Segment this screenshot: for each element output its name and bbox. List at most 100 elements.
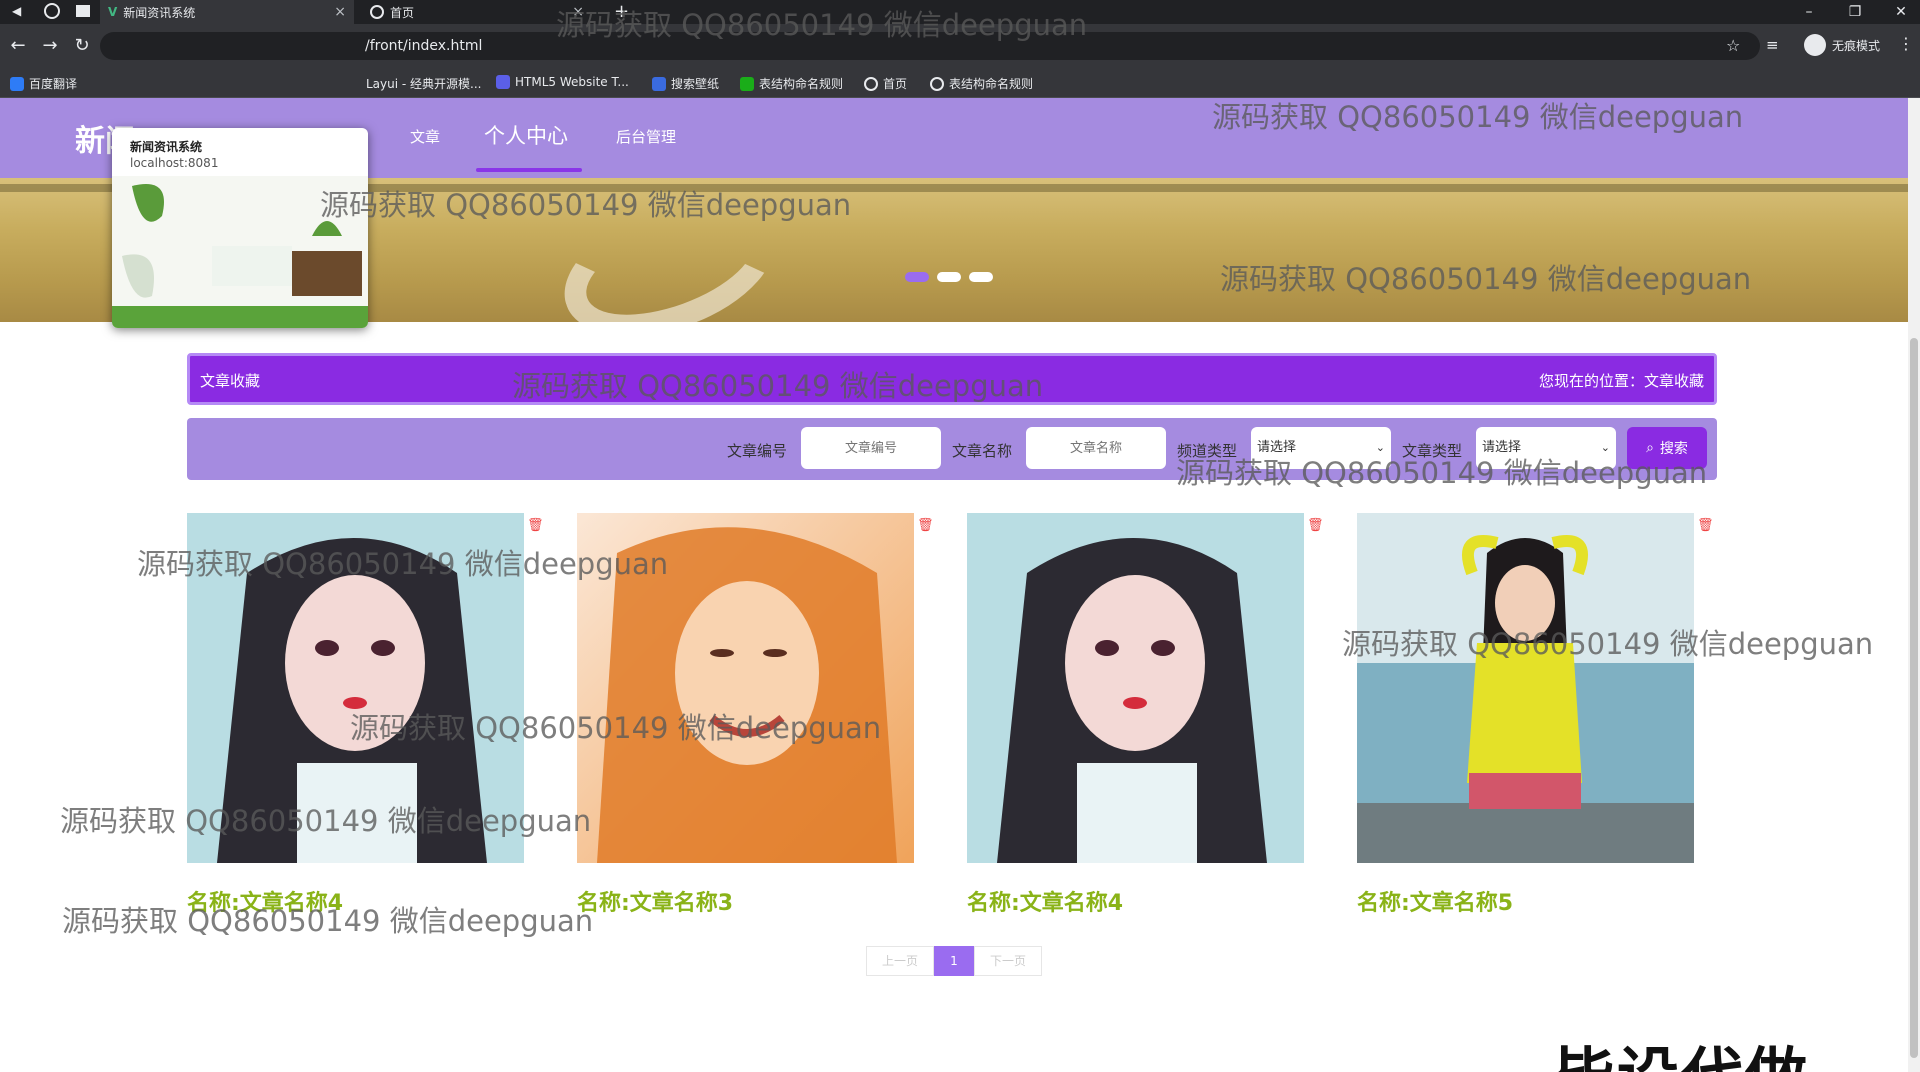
carousel-dot[interactable] xyxy=(969,272,993,282)
search-bar: 文章编号 文章名称 频道类型 请选择 ⌄ 文章类型 请选择 ⌄ ⌕ 搜索 xyxy=(187,418,1717,480)
bookmarks-bar: 百度翻译 Layui - 经典开源模... HTML5 Website T...… xyxy=(0,68,1920,98)
incognito-profile[interactable]: 无痕模式 xyxy=(1803,34,1880,56)
bookmark-label: 首页 xyxy=(883,77,908,91)
channel-type-select[interactable]: 请选择 ⌄ xyxy=(1251,427,1391,469)
bookmark-item[interactable]: 首页 xyxy=(864,75,907,92)
carousel-dot[interactable] xyxy=(937,272,961,282)
bookmark-label: 表结构命名规则 xyxy=(949,77,1034,91)
restore-icon[interactable]: ❐ xyxy=(1832,0,1878,24)
bookmark-label: Layui - 经典开源模... xyxy=(366,77,482,91)
page-scrollbar[interactable] xyxy=(1908,98,1920,1072)
profile-label: 无痕模式 xyxy=(1831,38,1880,53)
page-number-button[interactable]: 1 xyxy=(934,946,974,976)
scrollbar-thumb[interactable] xyxy=(1910,338,1918,1058)
globe-icon xyxy=(864,76,878,91)
preview-host: localhost:8081 xyxy=(130,156,219,170)
address-toolbar: ← → ↻ /front/index.html ☆ ≡ 无痕模式 ⋮ xyxy=(0,24,1920,68)
wallpaper-icon xyxy=(652,76,666,91)
article-type-select[interactable]: 请选择 ⌄ xyxy=(1476,427,1616,469)
article-name[interactable]: 名称:文章名称3 xyxy=(577,885,733,917)
article-card[interactable]: 🗑 名称:文章名称5 xyxy=(1357,513,1714,916)
tab-label: 新闻资讯系统 xyxy=(123,5,196,20)
article-name[interactable]: 名称:文章名称4 xyxy=(187,885,343,917)
overlay-text: 毕设代做 xyxy=(1553,1026,1809,1072)
tab-news-system[interactable]: V 新闻资讯系统 × xyxy=(100,0,354,24)
article-id-label: 文章编号 xyxy=(727,442,788,460)
tab-label: 首页 xyxy=(390,5,415,20)
reload-icon[interactable]: ↻ xyxy=(72,36,92,56)
chevron-down-icon: ⌄ xyxy=(1600,441,1610,454)
delete-icon[interactable]: 🗑 xyxy=(1307,518,1324,533)
article-card[interactable]: 🗑 名称:文章名称4 xyxy=(967,513,1324,916)
speaker-icon[interactable]: ◀ xyxy=(12,4,21,18)
bookmark-item[interactable]: Layui - 经典开源模... xyxy=(366,75,481,92)
reading-list-icon[interactable]: ≡ xyxy=(1766,36,1779,54)
search-icon: ⌕ xyxy=(1646,440,1654,456)
search-button[interactable]: ⌕ 搜索 xyxy=(1627,427,1707,469)
delete-icon[interactable]: 🗑 xyxy=(1697,518,1714,533)
article-card[interactable]: 🗑 名称:文章名称4 xyxy=(187,513,544,916)
banner-path xyxy=(546,178,794,322)
article-name-label: 文章名称 xyxy=(952,442,1013,460)
preview-thumbnail xyxy=(112,176,368,328)
article-type-label: 文章类型 xyxy=(1402,442,1463,460)
nav-active-indicator xyxy=(476,168,582,172)
new-tab-icon[interactable]: + xyxy=(614,1,629,22)
globe-icon xyxy=(370,5,384,19)
close-icon[interactable]: × xyxy=(334,4,346,20)
delete-icon[interactable]: 🗑 xyxy=(527,518,544,533)
url-bar[interactable]: /front/index.html xyxy=(100,32,1760,60)
html5-icon xyxy=(496,75,510,89)
article-image[interactable] xyxy=(187,513,524,863)
nav-link-personal-center[interactable]: 个人中心 xyxy=(484,120,568,150)
tab-home[interactable]: 首页 × xyxy=(362,0,592,24)
url-text: /front/index.html xyxy=(365,38,483,54)
back-icon[interactable]: ← xyxy=(8,36,28,56)
article-name-input[interactable] xyxy=(1026,427,1166,469)
browser-tab-strip: ◀ V 新闻资讯系统 × 首页 × + – ❐ ✕ xyxy=(0,0,1920,24)
bookmark-label: 搜索壁纸 xyxy=(671,77,720,91)
article-id-input[interactable] xyxy=(801,427,941,469)
bookmark-item[interactable]: 百度翻译 xyxy=(10,75,77,92)
select-value: 请选择 xyxy=(1257,440,1297,455)
translate-icon xyxy=(10,76,24,91)
web-page: 新闻 文章 个人中心 后台管理 文章收藏 您现在的位置：文章收藏 文章编号 文章… xyxy=(0,98,1908,1072)
delete-icon[interactable]: 🗑 xyxy=(917,518,934,533)
bookmark-item[interactable]: HTML5 Website T... xyxy=(496,75,629,89)
article-image[interactable] xyxy=(967,513,1304,863)
bookmark-label: 百度翻译 xyxy=(29,77,78,91)
prev-page-button[interactable]: 上一页 xyxy=(866,946,934,976)
incognito-icon xyxy=(1803,34,1826,56)
close-icon[interactable]: × xyxy=(572,4,584,20)
bookmark-label: 表结构命名规则 xyxy=(759,77,844,91)
minimize-icon[interactable]: – xyxy=(1786,0,1832,24)
globe-icon xyxy=(930,76,944,91)
star-icon[interactable]: ☆ xyxy=(1726,36,1740,55)
bookmark-item[interactable]: 表结构命名规则 xyxy=(930,75,1033,92)
select-value: 请选择 xyxy=(1482,440,1522,455)
tab-hover-preview: 新闻资讯系统 localhost:8081 xyxy=(112,128,368,328)
carousel-dot[interactable] xyxy=(905,272,929,282)
bookmark-item[interactable]: 搜索壁纸 xyxy=(652,75,719,92)
breadcrumb: 您现在的位置：文章收藏 xyxy=(1538,372,1704,390)
nav-link-articles[interactable]: 文章 xyxy=(410,126,440,147)
next-page-button[interactable]: 下一页 xyxy=(974,946,1042,976)
pagination: 上一页 1 下一页 xyxy=(866,946,1042,976)
article-card[interactable]: 🗑 名称:文章名称3 xyxy=(577,513,934,916)
menu-icon[interactable]: ⋮ xyxy=(1898,34,1914,53)
globe-icon[interactable] xyxy=(44,3,60,19)
nav-link-admin[interactable]: 后台管理 xyxy=(616,126,676,147)
window-icon[interactable] xyxy=(76,5,90,17)
article-image[interactable] xyxy=(577,513,914,863)
bookmark-item[interactable]: 表结构命名规则 xyxy=(740,75,843,92)
preview-title: 新闻资讯系统 xyxy=(130,140,203,154)
article-name[interactable]: 名称:文章名称4 xyxy=(967,885,1123,917)
close-window-icon[interactable]: ✕ xyxy=(1878,0,1920,24)
search-button-label: 搜索 xyxy=(1659,441,1688,457)
article-name[interactable]: 名称:文章名称5 xyxy=(1357,885,1513,917)
forward-icon[interactable]: → xyxy=(40,36,60,56)
sheet-icon xyxy=(740,76,754,91)
article-image[interactable] xyxy=(1357,513,1694,863)
carousel-indicators xyxy=(905,272,993,282)
vue-icon: V xyxy=(108,5,118,19)
